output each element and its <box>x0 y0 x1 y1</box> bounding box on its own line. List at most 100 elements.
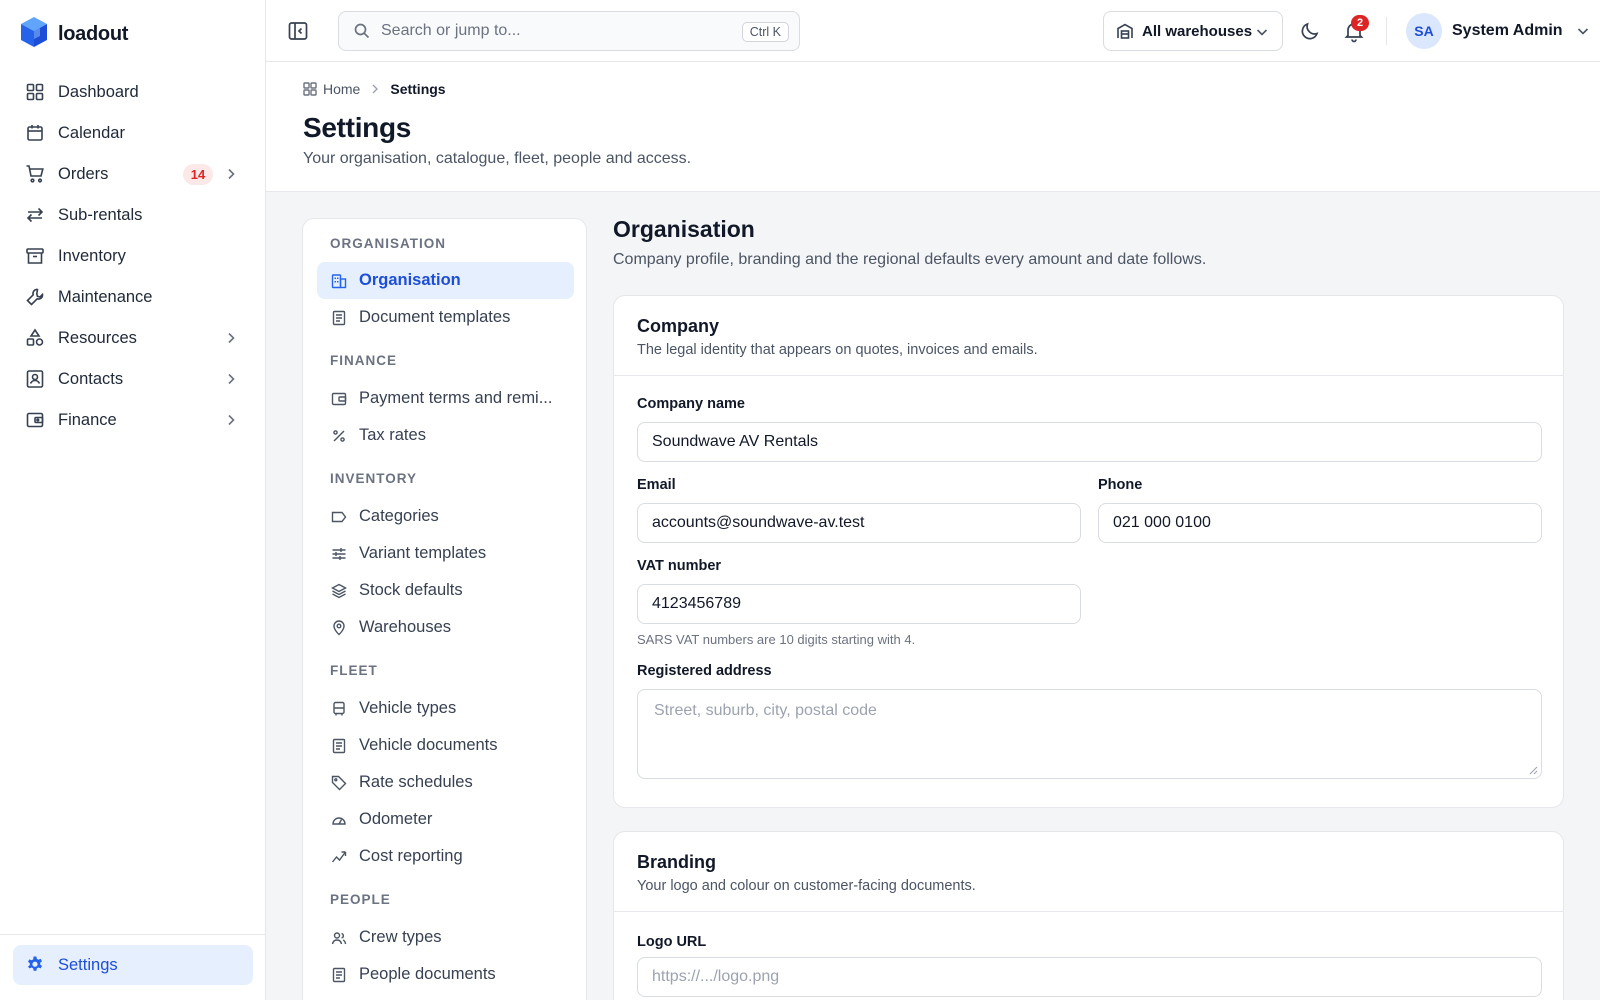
building-icon <box>331 273 347 288</box>
settings-nav-variant-templates[interactable]: Variant templates <box>317 535 574 572</box>
wrench-icon <box>25 287 45 307</box>
trend-chart-icon <box>331 850 347 862</box>
document-icon <box>332 967 346 982</box>
settings-nav-label: Warehouses <box>359 618 452 636</box>
settings-nav-cost-reporting[interactable]: Cost reporting <box>317 838 574 875</box>
sidebar-toggle-icon[interactable] <box>286 19 310 43</box>
nav-label: Resources <box>58 328 137 347</box>
settings-group-people: PEOPLE <box>330 892 391 907</box>
brand-name: loadout <box>58 23 129 45</box>
settings-nav-crew-types[interactable]: Crew types <box>317 919 574 956</box>
settings-nav-organisation[interactable]: Organisation <box>317 262 574 299</box>
breadcrumb-current: Settings <box>390 81 446 97</box>
branding-card-description: Your logo and colour on customer-facing … <box>637 878 976 894</box>
settings-nav-label: People documents <box>359 965 496 983</box>
settings-nav-tax-rates[interactable]: Tax rates <box>317 417 574 454</box>
settings-nav-warehouses[interactable]: Warehouses <box>317 609 574 646</box>
logo-url-input[interactable]: https://.../logo.png <box>637 957 1542 997</box>
avatar: SA <box>1406 13 1442 49</box>
logo-url-label: Logo URL <box>637 934 707 950</box>
settings-nav-label: Cost reporting <box>359 847 463 865</box>
company-name-input[interactable]: Soundwave AV Rentals <box>637 422 1542 462</box>
warehouse-select[interactable]: All warehouses <box>1103 11 1283 51</box>
nav-label: Contacts <box>58 369 124 388</box>
document-icon <box>332 310 346 325</box>
settings-group-inventory: INVENTORY <box>330 471 418 486</box>
tag-icon <box>331 775 347 790</box>
layers-icon <box>331 583 347 598</box>
settings-nav-label: Tax rates <box>359 426 426 444</box>
page-subtitle: Your organisation, catalogue, fleet, peo… <box>303 150 692 167</box>
settings-nav-label: Variant templates <box>359 544 487 562</box>
settings-group-fleet: FLEET <box>330 663 378 678</box>
registered-address-placeholder: Street, suburb, city, postal code <box>654 702 877 719</box>
vat-number-input[interactable]: 4123456789 <box>637 584 1081 624</box>
settings-nav-label: Vehicle types <box>359 699 457 717</box>
resize-handle-icon[interactable] <box>1528 765 1538 775</box>
orders-count-badge: 14 <box>183 164 213 185</box>
settings-nav-payment-terms[interactable]: Payment terms and remi... <box>317 380 574 417</box>
cart-icon <box>25 164 45 184</box>
settings-nav-label: Crew types <box>359 928 442 946</box>
chevron-right-icon <box>228 332 235 344</box>
nav-label: Settings <box>58 955 118 974</box>
sidebar-footer: Settings <box>0 934 266 1000</box>
chevron-right-icon <box>228 414 235 426</box>
nav-item-sub-rentals[interactable]: Sub-rentals <box>13 195 253 235</box>
nav-item-orders[interactable]: Orders 14 <box>13 154 253 194</box>
nav-label: Inventory <box>58 246 126 265</box>
company-name-label: Company name <box>637 396 745 412</box>
nav-label: Calendar <box>58 123 125 142</box>
nav-item-resources[interactable]: Resources <box>13 318 253 358</box>
settings-nav-people-documents[interactable]: People documents <box>317 956 574 993</box>
nav-label: Dashboard <box>58 82 139 101</box>
registered-address-textarea[interactable]: Street, suburb, city, postal code <box>637 689 1542 779</box>
settings-nav-odometer[interactable]: Odometer <box>317 801 574 838</box>
nav-item-inventory[interactable]: Inventory <box>13 236 253 276</box>
settings-nav-label: Vehicle documents <box>359 736 498 754</box>
warehouse-icon <box>1117 23 1133 39</box>
section-subtitle: Company profile, branding and the region… <box>613 251 1207 268</box>
search-input[interactable]: Search or jump to... Ctrl K <box>338 11 800 51</box>
nav-item-contacts[interactable]: Contacts <box>13 359 253 399</box>
nav-item-calendar[interactable]: Calendar <box>13 113 253 153</box>
section-title: Organisation <box>613 216 755 242</box>
settings-nav-stock-defaults[interactable]: Stock defaults <box>317 572 574 609</box>
document-icon <box>332 738 346 753</box>
warehouse-select-value: All warehouses <box>1142 22 1253 40</box>
nav-label: Finance <box>58 410 117 429</box>
vat-number-label: VAT number <box>637 558 722 574</box>
settings-nav-label: Stock defaults <box>359 581 463 599</box>
email-input[interactable]: accounts@soundwave-av.test <box>637 503 1081 543</box>
settings-nav-categories[interactable]: Categories <box>317 498 574 535</box>
user-menu[interactable]: SA System Admin <box>1406 13 1591 49</box>
chevron-right-icon <box>228 168 235 180</box>
nav-item-maintenance[interactable]: Maintenance <box>13 277 253 317</box>
branding-card-title: Branding <box>637 852 716 872</box>
percent-icon <box>333 429 345 442</box>
settings-group-finance: FINANCE <box>330 353 397 368</box>
search-shortcut-hint: Ctrl K <box>741 22 789 42</box>
notification-count-badge: 2 <box>1351 15 1369 31</box>
settings-nav-vehicle-types[interactable]: Vehicle types <box>317 690 574 727</box>
settings-nav-label: Payment terms and remi... <box>359 389 553 407</box>
swap-icon <box>25 205 45 225</box>
topbar: Search or jump to... Ctrl K All warehous… <box>266 0 1600 62</box>
company-card-description: The legal identity that appears on quote… <box>637 342 1038 358</box>
breadcrumb-home-link[interactable]: Home <box>323 81 360 97</box>
settings-nav-rate-schedules[interactable]: Rate schedules <box>317 764 574 801</box>
gear-icon <box>25 955 45 975</box>
brand[interactable]: loadout <box>20 16 128 53</box>
search-icon <box>354 23 370 39</box>
page-title: Settings <box>303 112 412 143</box>
nav-label: Sub-rentals <box>58 205 143 224</box>
settings-nav-vehicle-documents[interactable]: Vehicle documents <box>317 727 574 764</box>
nav-item-settings[interactable]: Settings <box>13 945 253 985</box>
dark-mode-toggle-icon[interactable] <box>1298 19 1322 43</box>
phone-input[interactable]: 021 000 0100 <box>1098 503 1542 543</box>
wallet-icon <box>331 392 347 405</box>
nav-item-dashboard[interactable]: Dashboard <box>13 72 253 112</box>
nav-label: Orders <box>58 164 109 183</box>
settings-nav-document-templates[interactable]: Document templates <box>317 299 574 336</box>
nav-item-finance[interactable]: Finance <box>13 400 253 440</box>
